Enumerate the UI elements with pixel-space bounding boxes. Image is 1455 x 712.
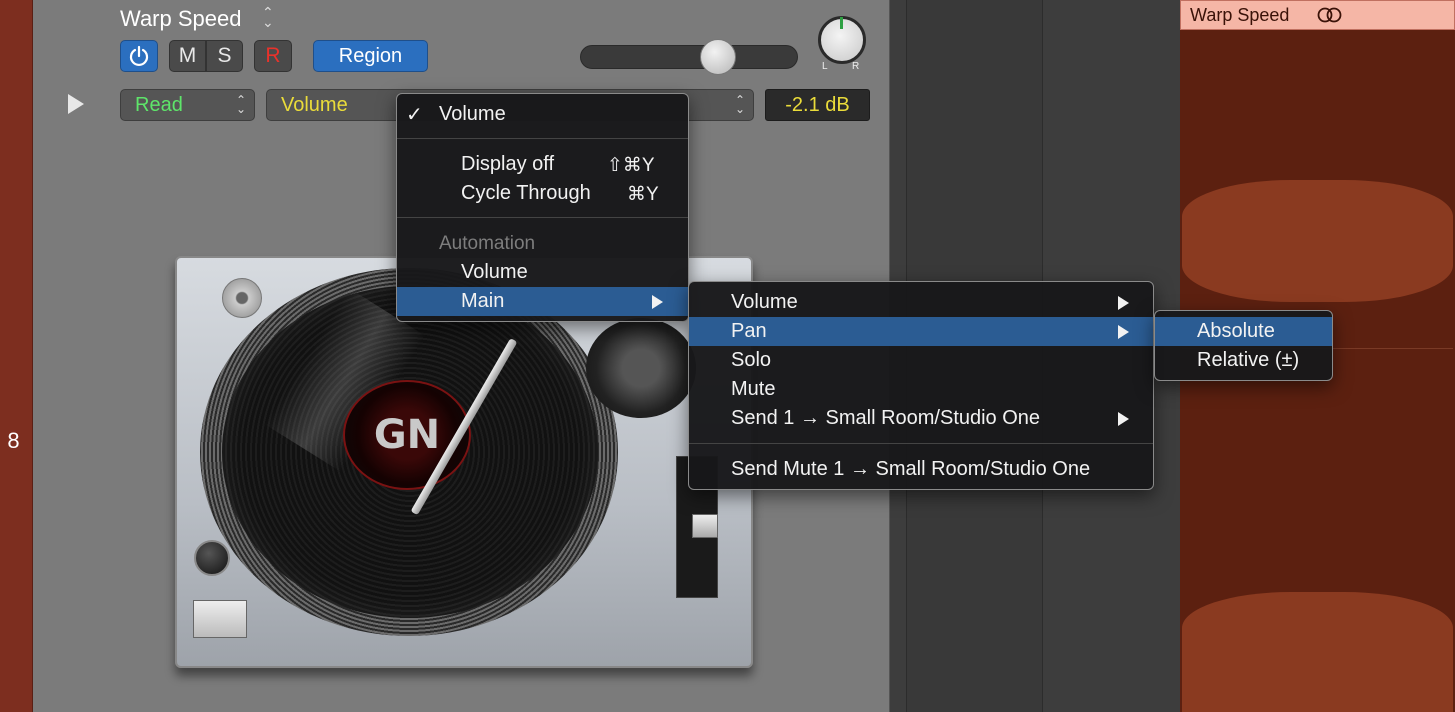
menu-section-automation: Automation <box>439 233 536 254</box>
solo-button[interactable]: S <box>206 40 243 72</box>
submenu-arrow-icon <box>1118 325 1129 339</box>
menu-item-main[interactable]: Main <box>397 287 688 316</box>
track-color-strip <box>0 0 33 712</box>
pan-knob-indicator <box>840 17 843 29</box>
track-on-off-button[interactable] <box>120 40 158 72</box>
menu-item-automation-volume[interactable]: Volume <box>397 258 688 287</box>
menu-item-label: Send 1 → Small Room/Studio One <box>731 407 1041 429</box>
submenu-arrow-icon <box>1118 296 1129 310</box>
automation-mode-select[interactable]: Read ⌃ ⌄ <box>120 89 255 121</box>
menu-item-label: Volume <box>461 261 528 283</box>
submenu-arrow-icon <box>1118 412 1129 426</box>
menu-item-label: Pan <box>731 320 767 342</box>
track-name[interactable]: Warp Speed <box>120 6 241 32</box>
track-name-chevron-icon[interactable]: ⌃ ⌄ <box>262 5 274 29</box>
submenu-item-send-mute-1[interactable]: Send Mute 1 → Small Room/Studio One <box>689 455 1153 484</box>
region-button[interactable]: Region <box>313 40 428 72</box>
power-knob-icon <box>194 540 230 576</box>
submenu-item-send-1[interactable]: Send 1 → Small Room/Studio One <box>689 404 1153 433</box>
mute-button[interactable]: M <box>169 40 206 72</box>
menu-separator <box>397 138 688 139</box>
power-icon <box>129 45 149 67</box>
menu-separator <box>397 217 688 218</box>
submenu-item-solo[interactable]: Solo <box>689 346 1153 375</box>
waveform-top <box>1182 180 1453 302</box>
loop-icon <box>1317 7 1342 23</box>
region-title: Warp Speed <box>1190 5 1290 25</box>
select-chevron-icon: ⌃ ⌄ <box>734 93 745 116</box>
pan-item-relative[interactable]: Relative (±) <box>1155 346 1332 375</box>
menu-item-label: Relative (±) <box>1197 349 1300 371</box>
menu-item-label: Volume <box>439 103 506 125</box>
45-adapter-icon <box>222 278 262 318</box>
menu-item-label: Main <box>461 290 505 312</box>
automation-value-display[interactable]: -2.1 dB <box>765 89 870 121</box>
menu-separator <box>689 443 1153 444</box>
volume-fader-track[interactable] <box>580 45 798 69</box>
pitch-fader-handle <box>692 514 718 538</box>
menu-item-label: Absolute <box>1197 320 1275 342</box>
menu-item-label: Mute <box>731 378 776 400</box>
submenu-item-pan[interactable]: Pan <box>689 317 1153 346</box>
pan-item-absolute[interactable]: Absolute <box>1155 317 1332 346</box>
menu-item-label: Display off <box>461 153 555 175</box>
pan-left-label: L <box>822 61 828 72</box>
start-stop-button-art <box>193 600 247 638</box>
waveform-bottom <box>1182 592 1453 712</box>
automation-mode-label: Read <box>135 93 183 116</box>
automation-parameter-label: Volume <box>281 93 348 116</box>
menu-item-label: Volume <box>731 291 798 313</box>
pan-right-label: R <box>852 61 860 72</box>
submenu-arrow-icon <box>652 295 663 309</box>
tonearm-pivot <box>586 318 696 418</box>
record-label-logo: GN <box>343 380 471 490</box>
shortcut-cycle-through: ⌘Y <box>627 184 659 205</box>
menu-item-label: Solo <box>731 349 772 371</box>
submenu-item-volume[interactable]: Volume <box>689 288 1153 317</box>
menu-item-volume-checked[interactable]: Volume <box>397 100 688 129</box>
play-triangle-icon[interactable] <box>68 94 84 114</box>
track-number: 8 <box>7 428 20 453</box>
submenu-item-mute[interactable]: Mute <box>689 375 1153 404</box>
menu-item-label: Cycle Through <box>461 182 591 204</box>
shortcut-display-off: ⇧⌘Y <box>607 155 655 176</box>
record-enable-button[interactable]: R <box>254 40 292 72</box>
menu-item-label: Send Mute 1 → Small Room/Studio One <box>731 458 1091 480</box>
select-chevron-icon: ⌃ ⌄ <box>235 93 246 116</box>
volume-fader-handle[interactable] <box>700 39 736 75</box>
